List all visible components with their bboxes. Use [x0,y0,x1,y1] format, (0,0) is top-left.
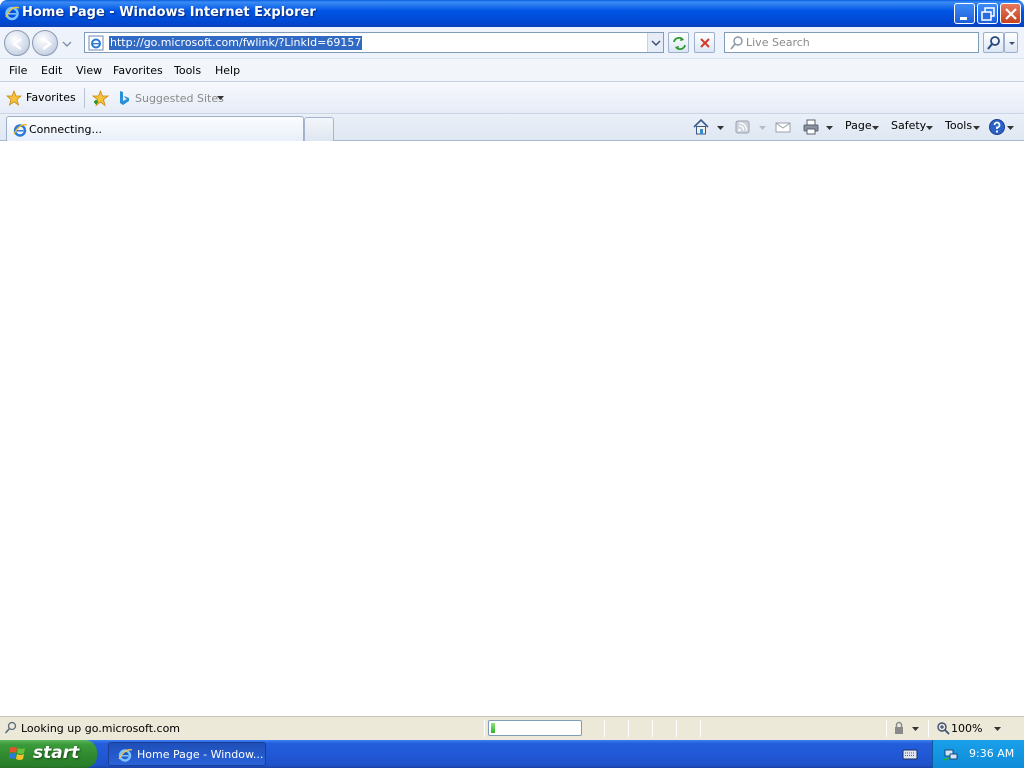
print-dropdown-icon[interactable] [826,126,833,130]
status-text: Looking up go.microsoft.com [21,722,181,735]
feeds-dropdown-icon[interactable] [759,126,766,130]
read-mail-icon[interactable] [774,118,792,136]
taskbar-window-button[interactable]: Home Page - Window... [108,742,266,766]
restore-button[interactable] [977,3,998,24]
page-content[interactable] [0,141,1024,716]
keyboard-language-icon[interactable] [902,747,918,761]
zoom-icon[interactable] [936,721,950,735]
tab-row: Connecting... Page Safety Tools [0,114,1024,142]
close-icon [1005,8,1017,20]
progress-bar [488,720,582,736]
feeds-icon[interactable] [734,118,752,136]
restore-icon [981,7,995,21]
status-separator [886,720,887,737]
safety-dropdown-icon[interactable] [926,126,933,130]
tools-dropdown-icon[interactable] [973,126,980,130]
forward-button[interactable] [32,30,58,56]
search-box[interactable] [724,32,979,53]
title-bar[interactable]: Home Page - Windows Internet Explorer [0,0,1024,27]
network-icon[interactable] [943,746,959,762]
ie-taskbar-icon [118,749,133,762]
menu-tools[interactable]: Tools [174,64,201,77]
tools-menu-button[interactable]: Tools [945,119,972,132]
protected-mode-icon[interactable] [892,721,906,735]
bing-icon [120,91,129,105]
new-tab-button[interactable] [304,117,334,141]
favorites-star-icon[interactable] [6,90,22,106]
print-icon[interactable] [802,118,820,136]
suggested-sites-button[interactable]: Suggested Sites [135,92,224,105]
zoom-level[interactable]: 100% [951,722,982,735]
close-button[interactable] [1000,3,1021,24]
search-input[interactable] [746,35,974,50]
help-icon[interactable] [988,118,1006,136]
chevron-down-icon [1009,42,1015,45]
chevron-down-icon [651,40,661,47]
address-box[interactable]: http://go.microsoft.com/fwlink/?LinkId=6… [84,32,664,53]
back-button[interactable] [4,30,30,56]
back-arrow-icon [11,37,22,51]
suggested-sites-dropdown-icon[interactable] [217,96,224,100]
refresh-button[interactable] [668,32,689,53]
status-separator [604,720,605,737]
address-dropdown-button[interactable] [647,33,663,52]
stop-x-icon [700,38,710,48]
tab-connecting[interactable]: Connecting... [6,116,304,142]
ie-logo-icon [5,6,20,21]
menu-favorites[interactable]: Favorites [113,64,163,77]
status-separator [700,720,701,737]
safety-menu-button[interactable]: Safety [891,119,926,132]
status-bar: Looking up go.microsoft.com 100% [0,716,1024,740]
favorites-button[interactable]: Favorites [26,91,76,104]
status-separator [928,720,929,737]
menu-view[interactable]: View [76,64,102,77]
status-separator [628,720,629,737]
system-tray: 9:36 AM [932,740,1024,768]
menu-edit[interactable]: Edit [41,64,62,77]
menu-bar: File Edit View Favorites Tools Help [0,58,1024,82]
tab-title: Connecting... [29,123,102,136]
forward-arrow-icon [42,37,53,51]
zoom-dropdown-icon[interactable] [994,727,1001,731]
help-dropdown-icon[interactable] [1007,126,1014,130]
status-separator [676,720,677,737]
progress-fill [491,723,495,733]
home-dropdown-icon[interactable] [717,126,724,130]
home-icon[interactable] [692,118,710,136]
status-separator [484,720,485,737]
minimize-icon [960,17,967,20]
add-to-favorites-bar-icon[interactable] [92,90,109,107]
favorites-separator [84,88,85,108]
search-options-button[interactable] [1004,32,1018,53]
stop-button[interactable] [694,32,715,53]
start-button[interactable]: start [0,740,97,768]
window-title: Home Page - Windows Internet Explorer [22,5,316,20]
clock: 9:36 AM [969,747,1015,760]
menu-file[interactable]: File [9,64,27,77]
status-separator [652,720,653,737]
recent-pages-dropdown-icon[interactable] [62,40,72,48]
windows-flag-icon [9,747,25,760]
status-search-icon [4,721,17,734]
taskbar: start Home Page - Window... 9:36 AM [0,740,1024,768]
taskbar-window-label: Home Page - Window... [137,748,264,761]
ie-tab-icon [13,124,28,137]
minimize-button[interactable] [954,3,975,24]
protected-mode-dropdown-icon[interactable] [912,727,919,731]
search-magnifier-icon [730,36,743,50]
favorites-bar: Favorites Suggested Sites [0,82,1024,114]
refresh-icon [673,37,686,50]
search-icon [987,36,1000,50]
menu-help[interactable]: Help [215,64,240,77]
start-label: start [33,743,80,763]
page-menu-button[interactable]: Page [845,119,872,132]
page-ie-icon [88,35,104,51]
url-text[interactable]: http://go.microsoft.com/fwlink/?LinkId=6… [109,36,363,50]
page-dropdown-icon[interactable] [872,126,879,130]
search-button[interactable] [983,32,1004,53]
